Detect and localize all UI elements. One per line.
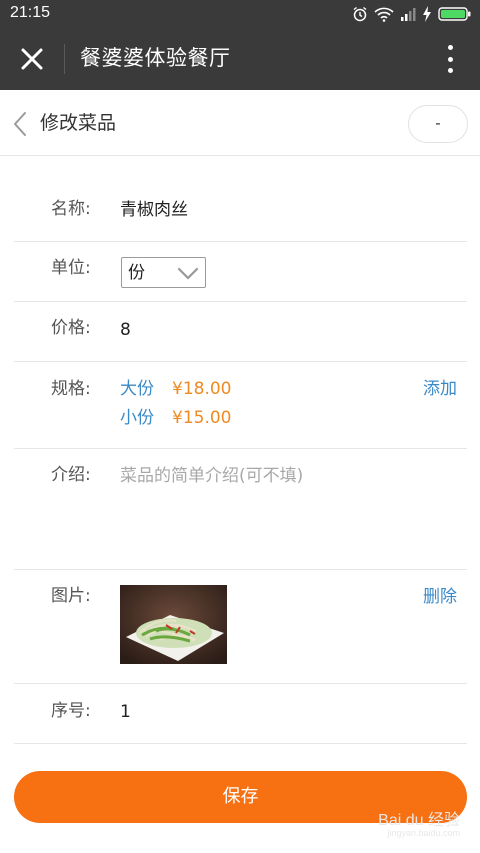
spec-item[interactable]: 大份 ¥18.00 [120,377,231,401]
intro-label: 介绍: [51,465,91,485]
wifi-icon [374,6,394,22]
back-icon[interactable] [12,111,28,137]
order-field[interactable]: 1 [120,700,131,724]
add-spec-link[interactable]: 添加 [423,377,457,401]
unit-row: 单位: 份 [14,242,467,302]
image-row: 图片: 删除 [14,570,467,684]
title-divider [64,44,65,74]
price-field[interactable]: 8 [120,318,131,342]
unit-select-value: 份 [128,263,145,283]
status-bar: 21:15 [0,0,480,28]
intro-textarea[interactable]: 菜品的简单介绍(可不填) [120,464,303,488]
image-label: 图片: [51,586,91,606]
order-row: 序号: 1 [14,684,467,744]
spec-name: 大份 [120,379,154,399]
charging-icon [422,6,432,22]
watermark-brand: Bai du 经验 [378,812,460,829]
spec-item[interactable]: 小份 ¥15.00 [120,406,231,430]
delete-image-link[interactable]: 删除 [423,585,457,609]
signal-icon [400,7,416,21]
app-title: 餐婆婆体验餐厅 [80,46,231,70]
price-row: 价格: 8 [14,302,467,362]
alarm-icon [352,6,368,22]
spec-label: 规格: [51,379,91,399]
spec-price: ¥18.00 [172,379,232,399]
status-icons [352,4,472,24]
order-label: 序号: [51,701,91,721]
status-time: 21:15 [10,4,51,21]
header-pill-button[interactable]: - [408,105,468,143]
title-bar: 餐婆婆体验餐厅 [0,28,480,90]
more-vertical-icon[interactable] [446,43,454,75]
intro-row: 介绍: 菜品的简单介绍(可不填) [14,449,467,570]
page-header: 修改菜品 - [0,90,480,156]
dish-photo[interactable] [120,585,227,664]
name-field[interactable]: 青椒肉丝 [120,198,188,222]
unit-label: 单位: [51,258,91,278]
battery-icon [438,6,472,22]
page-title: 修改菜品 [40,112,117,134]
chevron-down-icon [177,266,199,280]
watermark-url: jingyan.baidu.com [387,828,460,838]
spec-price: ¥15.00 [172,408,232,428]
spec-name: 小份 [120,408,154,428]
price-label: 价格: [51,318,91,338]
spec-row: 规格: 大份 ¥18.00 小份 ¥15.00 添加 [14,362,467,449]
name-label: 名称: [51,199,91,219]
watermark: Bai du 经验 jingyan.baidu.com [378,806,460,838]
name-row: 名称: 青椒肉丝 [14,182,467,242]
close-icon[interactable] [16,43,48,75]
unit-select[interactable]: 份 [121,257,206,288]
